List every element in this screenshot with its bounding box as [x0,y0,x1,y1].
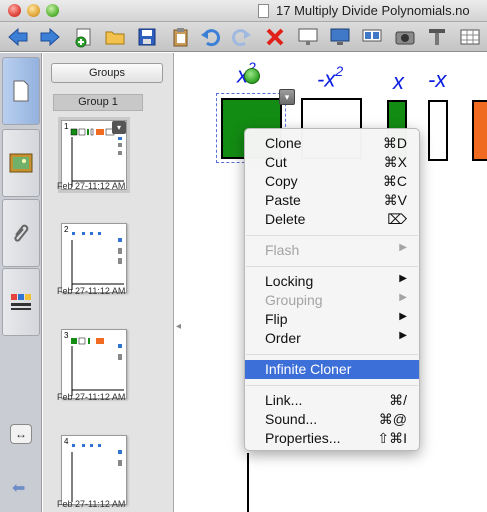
attachments-tab[interactable] [2,199,40,267]
main-toolbar [0,22,487,52]
menu-separator [246,266,418,267]
delete-x-icon[interactable] [263,25,287,49]
submenu-arrow-icon: ▶ [399,242,407,253]
menu-separator [246,235,418,236]
properties-icon [11,294,31,310]
menu-item-locking[interactable]: Locking ▶ [245,272,419,291]
minimize-window-button[interactable] [27,4,40,17]
page-date: Feb 27-11:12 AM [57,499,126,509]
menu-item-paste[interactable]: Paste ⌘V [245,191,419,210]
properties-tab[interactable] [2,268,40,336]
close-window-button[interactable] [8,4,21,17]
app-window: 17 Multiply Divide Polynomials.no ↔ ⬅ Gr… [0,0,487,512]
orange-tile[interactable] [472,100,487,161]
display-icon[interactable] [328,25,352,49]
page-date: Feb 27-11:12 AM [57,181,126,191]
page-preview [71,444,122,502]
gallery-tab[interactable] [2,129,40,197]
group-header[interactable]: Group 1 [53,94,143,111]
undo-icon[interactable] [198,25,222,49]
gallery-icon [9,153,33,173]
menu-item-cut[interactable]: Cut ⌘X [245,153,419,172]
save-disk-icon[interactable] [135,25,159,49]
vertical-axis-line [247,453,249,512]
menu-separator [246,354,418,355]
paste-clipboard-icon[interactable] [168,25,192,49]
page-preview [71,337,124,396]
page-number: 3 [64,331,69,340]
page-preview [71,232,124,290]
panel-resize-handle[interactable]: ◂ [176,321,181,332]
screen-shade-icon[interactable] [296,25,320,49]
menu-separator [246,385,418,386]
camera-icon[interactable] [393,25,417,49]
window-title: 17 Multiply Divide Polynomials.no [276,3,470,18]
side-tab-strip: ↔ ⬅ [0,53,42,512]
document-icon [258,4,269,18]
back-arrow-icon[interactable] [6,25,30,49]
page-menu-arrow[interactable]: ▾ [112,121,126,134]
table-icon[interactable] [425,25,449,49]
grid-icon[interactable] [458,25,482,49]
menu-item-grouping: Grouping ▶ [265,292,407,308]
page-sorter-icon [13,80,29,102]
page-number: 1 [64,122,69,131]
submenu-arrow-icon: ▶ [399,292,407,303]
page-thumbnail-3[interactable]: 3 [61,329,127,399]
menu-item-flip[interactable]: Flip ▶ [245,310,419,329]
redo-icon[interactable] [230,25,254,49]
page-number: 4 [64,437,69,446]
negative-x-tile[interactable] [428,100,448,161]
submenu-arrow-icon: ▶ [399,273,407,284]
context-menu: Clone ⌘D Cut ⌘X Copy ⌘C Paste ⌘V Delete ⌦ Fla… [244,128,420,451]
page-thumbnail-4[interactable]: 4 [61,435,127,505]
page-number: 2 [64,225,69,234]
dual-display-icon[interactable] [360,25,384,49]
menu-item-link[interactable]: Link... ⌘/ [245,391,419,410]
page-sorter-tab[interactable] [2,57,40,125]
paperclip-icon [14,224,29,242]
page-date: Feb 27-11:12 AM [57,286,126,296]
menu-item-properties[interactable]: Properties... ⇧⌘I [245,429,419,448]
page-thumbnail-1[interactable]: 1 ▾ [58,117,130,193]
menu-item-flash: Flash ▶ [265,242,407,258]
page-sorter-panel: Groups Group 1 1 ▾ Feb 27-11:12 AM 2 Feb… [43,53,174,512]
groups-button[interactable]: Groups [51,63,163,83]
object-menu-arrow[interactable]: ▾ [279,89,295,105]
menu-item-clone[interactable]: Clone ⌘D [245,134,419,153]
open-folder-icon[interactable] [103,25,127,49]
menu-item-delete[interactable]: Delete ⌦ [245,210,419,229]
submenu-arrow-icon: ▶ [399,311,407,322]
menu-item-order[interactable]: Order ▶ [245,329,419,348]
label-x[interactable]: x [393,69,404,95]
page-thumbnail-2[interactable]: 2 [61,223,127,293]
label-negative-x-squared[interactable]: -x2 [317,63,343,92]
move-sidebar-arrow-icon[interactable]: ⬅ [12,478,25,498]
rotate-handle[interactable] [244,68,260,84]
submenu-arrow-icon: ▶ [399,330,407,341]
add-page-icon[interactable] [72,25,96,49]
menu-item-copy[interactable]: Copy ⌘C [245,172,419,191]
title-bar: 17 Multiply Divide Polynomials.no [0,0,487,22]
menu-item-sound[interactable]: Sound... ⌘@ [245,410,419,429]
label-negative-x[interactable]: -x [428,67,446,93]
page-date: Feb 27-11:12 AM [57,392,126,402]
zoom-window-button[interactable] [46,4,59,17]
forward-arrow-icon[interactable] [38,25,62,49]
auto-hide-toggle[interactable]: ↔ [10,424,32,444]
menu-item-infinite-cloner[interactable]: Infinite Cloner [245,360,419,379]
